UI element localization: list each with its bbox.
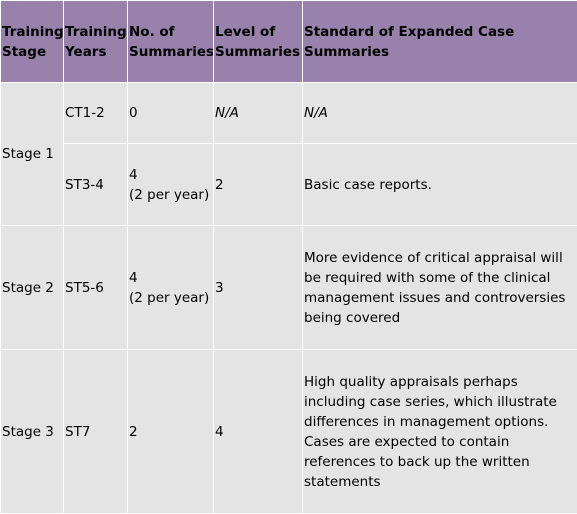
count-cell: 4 (2 per year) (128, 226, 214, 350)
header-no-of-summaries-line1: No. of (129, 24, 175, 40)
count-note: (2 per year) (129, 187, 209, 203)
table-row: Stage 1 CT1-2 0 N/A N/A (1, 83, 577, 144)
count-value: 2 (129, 424, 138, 440)
count-note: (2 per year) (129, 290, 209, 306)
years-cell: ST5-6 (64, 226, 128, 350)
header-no-of-summaries-line2: Summaries (129, 44, 214, 60)
count-cell: 4 (2 per year) (128, 144, 214, 226)
table-row: Stage 2 ST5-6 4 (2 per year) 3 More evid… (1, 226, 577, 350)
count-value: 4 (129, 167, 138, 183)
standard-cell: N/A (303, 83, 577, 144)
header-training-years-line2: Years (65, 44, 107, 60)
level-cell: 2 (214, 144, 303, 226)
standard-cell: More evidence of critical appraisal will… (303, 226, 577, 350)
header-training-stage-line2: Stage (2, 44, 46, 60)
header-training-years: Training Years (64, 1, 128, 83)
count-value: 4 (129, 270, 138, 286)
case-summaries-table: Training Stage Training Years No. of Sum… (0, 0, 577, 514)
header-training-stage: Training Stage (1, 1, 64, 83)
level-cell: N/A (214, 83, 303, 144)
header-level-of-summaries-line2: Summaries (215, 44, 300, 60)
standard-cell: Basic case reports. (303, 144, 577, 226)
stage-cell: Stage 2 (1, 226, 64, 350)
stage-cell: Stage 1 (1, 83, 64, 226)
header-training-years-line1: Training (65, 24, 127, 40)
years-cell: ST7 (64, 350, 128, 514)
header-standard: Standard of Expanded Case Summaries (303, 1, 577, 83)
level-cell: 3 (214, 226, 303, 350)
header-row: Training Stage Training Years No. of Sum… (1, 1, 577, 83)
header-level-of-summaries-line1: Level of (215, 24, 275, 40)
header-training-stage-line1: Training (2, 24, 64, 40)
table-row: ST3-4 4 (2 per year) 2 Basic case report… (1, 144, 577, 226)
header-no-of-summaries: No. of Summaries (128, 1, 214, 83)
stage-cell: Stage 3 (1, 350, 64, 514)
years-cell: ST3-4 (64, 144, 128, 226)
count-cell: 0 (128, 83, 214, 144)
count-value: 0 (129, 105, 138, 121)
level-cell: 4 (214, 350, 303, 514)
count-cell: 2 (128, 350, 214, 514)
header-level-of-summaries: Level of Summaries (214, 1, 303, 83)
years-cell: CT1-2 (64, 83, 128, 144)
standard-cell: High quality appraisals perhaps includin… (303, 350, 577, 514)
table-row: Stage 3 ST7 2 4 High quality appraisals … (1, 350, 577, 514)
